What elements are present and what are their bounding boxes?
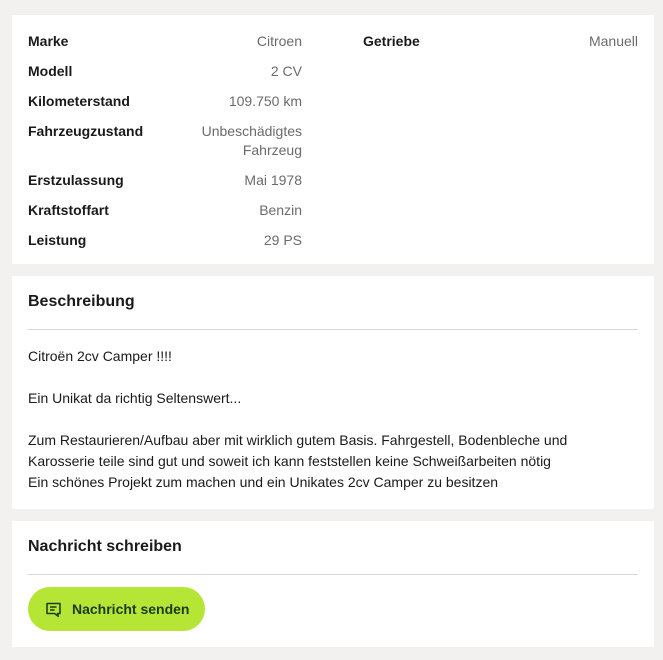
vehicle-details-card: Marke Citroen Modell 2 CV Kilometerstand… <box>12 15 654 264</box>
divider <box>28 329 638 330</box>
description-line: Ein schönes Projekt zum machen und ein U… <box>28 474 499 490</box>
description-card: Beschreibung Citroën 2cv Camper !!!! Ein… <box>12 276 654 509</box>
detail-label: Kraftstoffart <box>28 202 109 218</box>
divider <box>28 574 638 575</box>
description-title: Beschreibung <box>28 293 135 310</box>
description-line: Karosserie teile sind gut und soweit ich… <box>28 453 551 469</box>
detail-value: 2 CV <box>270 63 302 79</box>
description-line: Zum Restaurieren/Aufbau aber mit wirklic… <box>28 432 568 448</box>
detail-value: Mai 1978 <box>244 172 302 188</box>
detail-label: Marke <box>28 33 69 49</box>
detail-label: Kilometerstand <box>28 93 130 109</box>
detail-value: 29 PS <box>263 232 302 248</box>
message-title: Nachricht schreiben <box>28 538 182 555</box>
detail-label: Erstzulassung <box>28 172 124 188</box>
detail-label: Fahrzeugzustand <box>28 123 144 139</box>
send-message-label: Nachricht senden <box>72 601 190 617</box>
detail-label: Leistung <box>28 232 87 248</box>
detail-value: 109.750 km <box>228 93 302 109</box>
detail-value: Benzin <box>259 202 302 218</box>
description-text: Citroën 2cv Camper !!!! Ein Unikat da ri… <box>28 346 628 493</box>
message-card: Nachricht schreiben Nachricht senden <box>12 521 654 647</box>
detail-label: Getriebe <box>363 33 420 49</box>
chat-icon <box>45 601 62 618</box>
detail-value: Manuell <box>588 33 638 49</box>
detail-value: Citroen <box>256 33 302 49</box>
description-line: Ein Unikat da richtig Seltenswert... <box>28 390 242 406</box>
description-line: Citroën 2cv Camper !!!! <box>28 348 172 364</box>
send-message-button[interactable]: Nachricht senden <box>28 587 205 631</box>
detail-value: Unbeschädigtes Fahrzeug <box>201 123 302 158</box>
detail-label: Modell <box>28 63 73 79</box>
